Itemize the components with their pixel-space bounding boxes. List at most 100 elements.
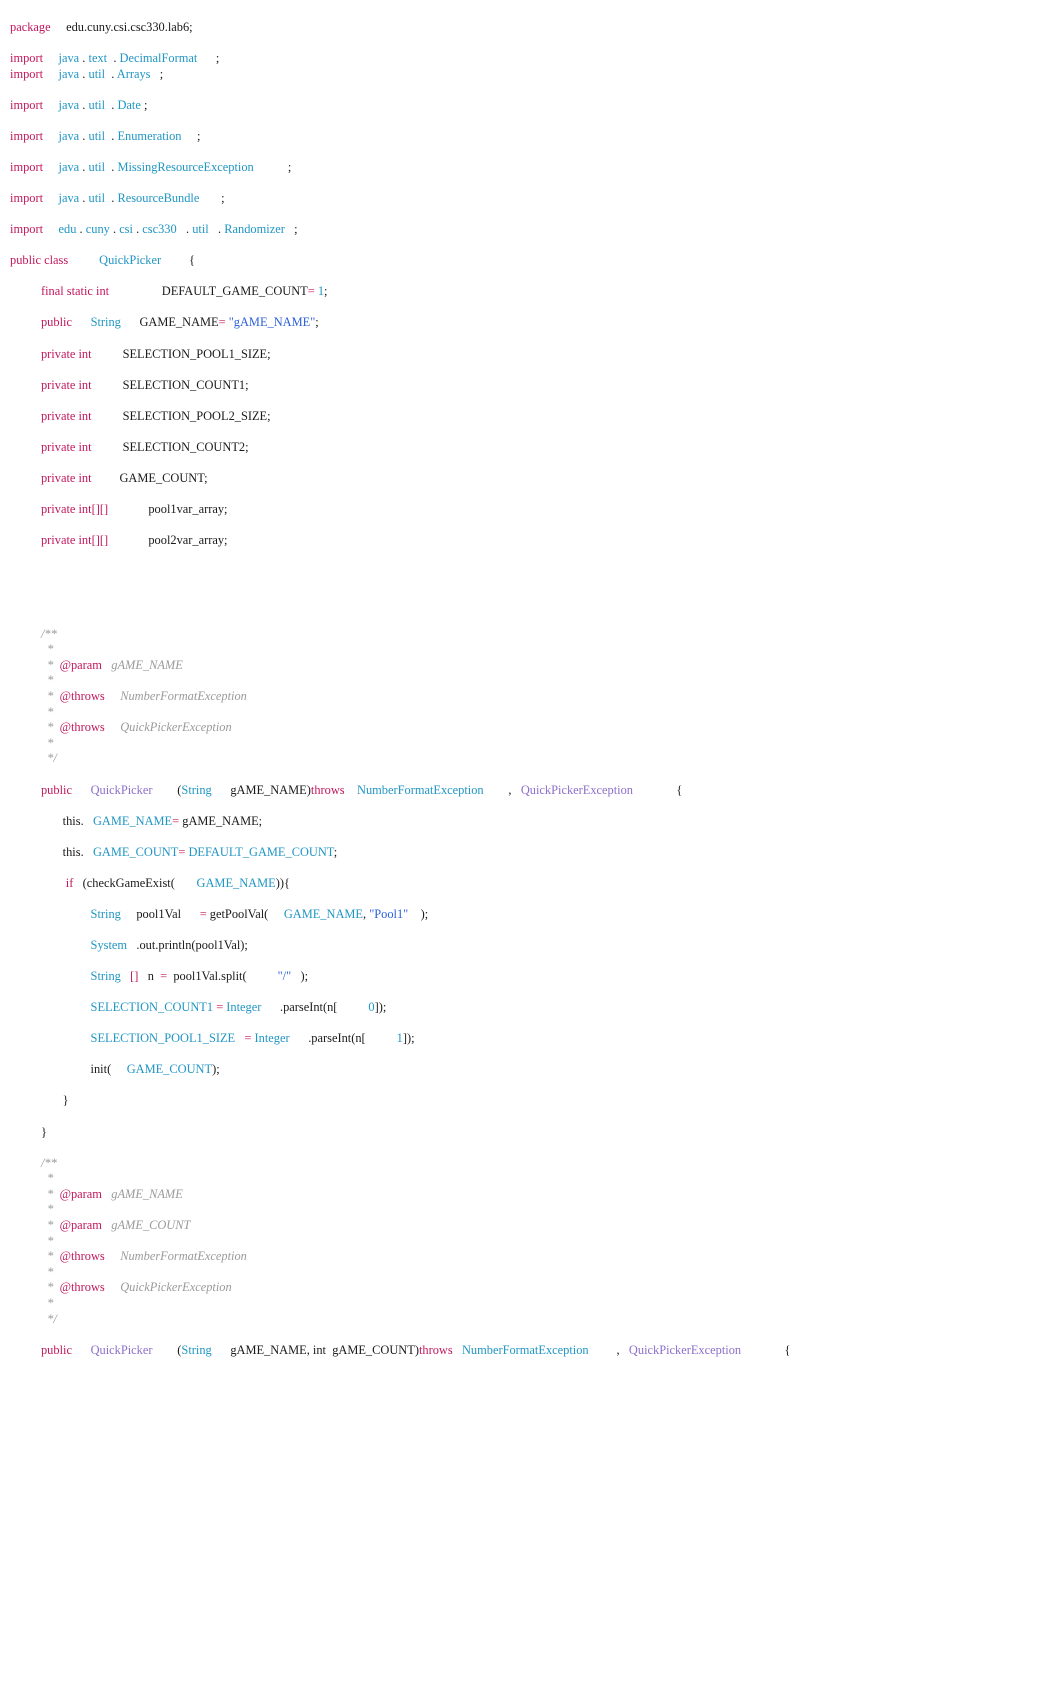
dot-separator: .: [82, 128, 86, 143]
param-type: String: [181, 1342, 212, 1357]
param-tag: @param: [59, 1218, 102, 1233]
javadoc1-star: *: [0, 736, 1062, 752]
comment-star: *: [47, 642, 54, 657]
javadoc1-open: /**: [0, 627, 1062, 643]
javadoc2-throws-qpe: * @throws QuickPickerException: [0, 1280, 1062, 1296]
ctor-name: QuickPicker: [90, 1342, 153, 1357]
field-modifiers: private int: [40, 377, 92, 392]
comment-star: *: [47, 704, 54, 719]
javadoc1-star: *: [0, 642, 1062, 658]
throws-tag: @throws: [59, 689, 105, 704]
comment-star: *: [47, 720, 54, 735]
throws-type: QuickPickerException: [120, 720, 232, 735]
import-root: java: [58, 191, 80, 206]
dot-separator: .: [111, 159, 115, 174]
code-line-field-game-name: public String GAME_NAME= "gAME_NAME";: [0, 315, 1062, 331]
println-call: .out.println(pool1Val);: [136, 938, 248, 952]
import-package: util: [88, 66, 106, 81]
call-arg: GAME_NAME: [283, 906, 363, 921]
code-line-constructor1-signature: public QuickPicker (String gAME_NAME)thr…: [0, 783, 1062, 799]
import-package: csi: [119, 222, 133, 237]
call-arg: "/": [277, 969, 292, 984]
semicolon: ;: [294, 222, 298, 237]
field-ref: GAME_COUNT: [92, 844, 179, 859]
field-name: SELECTION_POOL1_SIZE;: [122, 346, 271, 361]
call-close: );: [420, 906, 429, 921]
import-root: java: [58, 51, 80, 66]
semicolon: ;: [215, 51, 220, 66]
local-var-name: pool1Val: [136, 906, 182, 921]
dot-separator: .: [186, 222, 190, 237]
dot-separator: .: [111, 97, 115, 112]
field-type: String: [90, 315, 121, 330]
param-name: gAME_COUNT: [111, 1218, 191, 1233]
import-keyword: import: [10, 128, 44, 143]
blank-region: [0, 549, 1062, 627]
import-keyword: import: [10, 66, 44, 81]
condition-arg: GAME_NAME: [196, 875, 276, 890]
wrapper-type: Integer: [226, 1000, 262, 1015]
semicolon: ;: [324, 284, 328, 299]
javadoc2-star: *: [0, 1296, 1062, 1312]
code-line-import-missingresourceexception: import java . util . MissingResourceExce…: [0, 160, 1062, 176]
call-close: ]);: [374, 1000, 387, 1015]
javadoc2-star: *: [0, 1234, 1062, 1250]
field-modifiers: private int[][]: [40, 533, 109, 548]
comment-star: *: [47, 1233, 54, 1248]
method-call: pool1Val.split(: [173, 969, 247, 984]
dot-separator: .: [82, 97, 86, 112]
field-value: "gAME_NAME": [228, 315, 316, 330]
code-line-import-resourcebundle: import java . util . ResourceBundle ;: [0, 191, 1062, 207]
parseint-call: .parseInt(n[: [279, 1000, 338, 1015]
assign-operator: =: [244, 1031, 252, 1046]
import-type: Date: [117, 97, 141, 112]
field-modifiers: private int: [40, 408, 92, 423]
ctor-modifier: public: [40, 1342, 72, 1357]
call-close: ]);: [402, 1031, 415, 1046]
javadoc1-throws-qpe: * @throws QuickPickerException: [0, 720, 1062, 736]
field-ref: GAME_NAME: [92, 813, 173, 828]
code-line-init-call: init( GAME_COUNT);: [0, 1062, 1062, 1078]
javadoc2-throws-nfe: * @throws NumberFormatException: [0, 1249, 1062, 1265]
semicolon: ;: [315, 315, 319, 330]
import-package: csc330: [142, 222, 177, 237]
import-package: util: [88, 128, 106, 143]
param-name: gAME_NAME: [111, 1186, 183, 1201]
field-name: SELECTION_COUNT2;: [122, 439, 249, 454]
package-keyword: package: [10, 20, 51, 34]
import-package: util: [192, 222, 209, 237]
throws-keyword: throws: [310, 782, 345, 797]
throws-type: NumberFormatException: [120, 689, 247, 704]
import-keyword: import: [10, 97, 44, 112]
javadoc1-star: *: [0, 705, 1062, 721]
javadoc2-param-count: * @param gAME_COUNT: [0, 1218, 1062, 1234]
comment-open: /**: [40, 1155, 57, 1170]
throws-tag: @throws: [59, 720, 105, 735]
comment-star: *: [47, 1296, 54, 1310]
code-line-field-game-count: private int GAME_COUNT;: [0, 471, 1062, 487]
comment-star: *: [47, 1280, 54, 1295]
code-line-class-declaration: public class QuickPicker {: [0, 253, 1062, 269]
open-brace: {: [188, 253, 195, 268]
param-name: gAME_NAME: [230, 782, 307, 797]
javadoc1-throws-nfe: * @throws NumberFormatException: [0, 689, 1062, 705]
field-modifiers: final static int: [40, 284, 110, 299]
comment-star: *: [47, 1171, 54, 1186]
comment-star: *: [47, 1264, 54, 1279]
import-keyword: import: [10, 51, 44, 66]
code-line-field-selection-count2: private int SELECTION_COUNT2;: [0, 440, 1062, 456]
import-type: MissingResourceException: [117, 159, 254, 174]
dot-separator: .: [218, 222, 222, 237]
code-line-field-pool1var-array: private int[][] pool1var_array;: [0, 502, 1062, 518]
assigned-value: DEFAULT_GAME_COUNT: [188, 844, 334, 859]
import-type: DecimalFormat: [119, 51, 198, 66]
